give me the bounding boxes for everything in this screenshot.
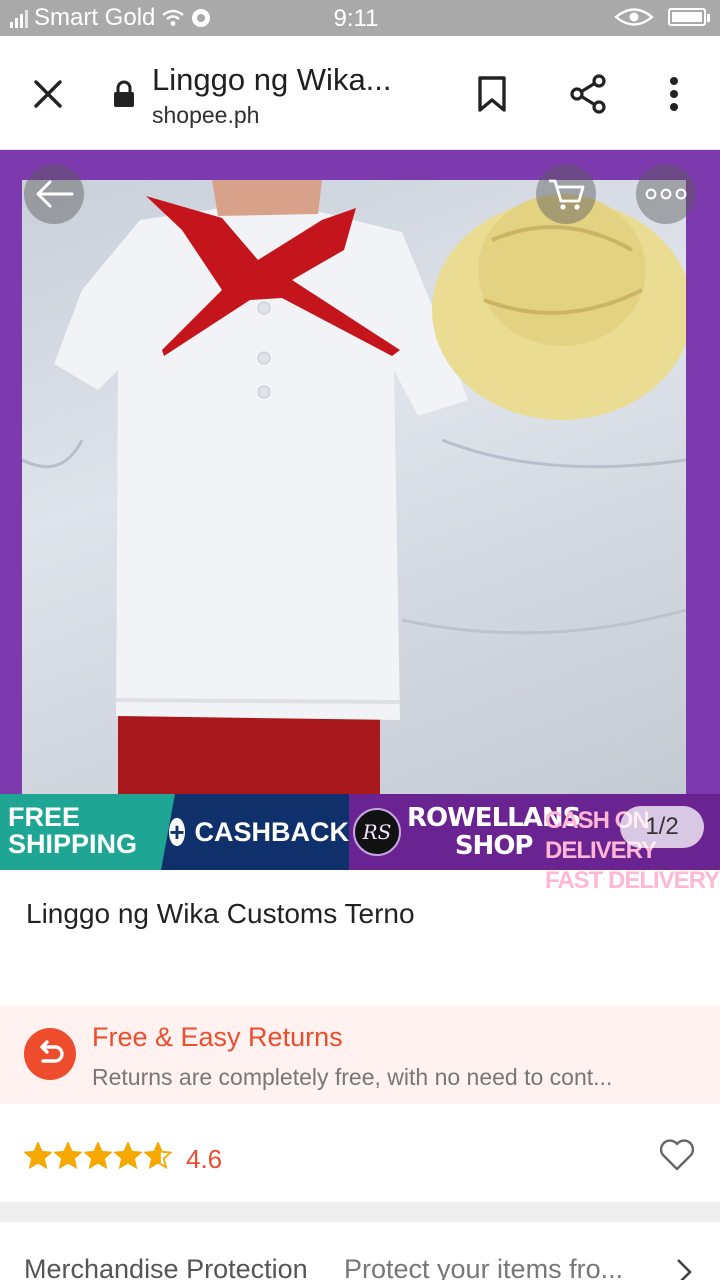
close-icon (34, 80, 62, 108)
product-photo (22, 180, 686, 820)
returns-description: Returns are completely free, with no nee… (92, 1064, 613, 1090)
share-button[interactable] (566, 72, 610, 116)
more-options-button[interactable] (652, 72, 696, 116)
bookmark-icon (478, 76, 506, 112)
protection-description: Protect your items fro... (344, 1254, 624, 1280)
cart-button[interactable] (536, 164, 596, 224)
rating-row: 4.6 (0, 1104, 720, 1202)
image-page-indicator: 1/2 (620, 806, 704, 848)
more-horiz-icon (645, 188, 687, 200)
promo-banner: FREE SHIPPING + CASHBACK RS ROWELLANS SH… (0, 794, 720, 894)
back-arrow-icon (36, 180, 74, 208)
returns-icon (24, 1028, 76, 1080)
status-time: 9:11 (333, 5, 379, 32)
status-right (614, 6, 710, 28)
bookmark-button[interactable] (470, 72, 514, 116)
page-domain: shopee.ph (152, 102, 260, 128)
chevron-right-icon (677, 1259, 692, 1280)
lock-icon (114, 80, 134, 107)
close-button[interactable] (24, 70, 72, 118)
star-icon (84, 1142, 112, 1170)
product-image-carousel[interactable] (0, 150, 720, 870)
product-photo-drawing (22, 180, 686, 820)
free-shipping-line1: FREE (8, 802, 81, 832)
more-vert-icon (670, 77, 678, 111)
cashback-badge: + CASHBACK (161, 794, 349, 870)
free-shipping-badge: FREE SHIPPING (0, 794, 175, 870)
more-button[interactable] (636, 164, 696, 224)
shop-logo: RS (353, 808, 401, 856)
rating-stars (24, 1142, 172, 1170)
returns-title: Free & Easy Returns (92, 1022, 343, 1052)
heart-icon[interactable] (658, 1138, 696, 1172)
product-title: Linggo ng Wika Customs Terno (26, 898, 415, 929)
plus-icon: + (169, 817, 185, 847)
returns-banner[interactable]: Free & Easy Returns Returns are complete… (0, 1006, 720, 1104)
browser-toolbar: Linggo ng Wika... shopee.ph (0, 36, 720, 150)
rating-value: 4.6 (186, 1144, 223, 1174)
star-icon (144, 1142, 172, 1170)
back-button[interactable] (24, 164, 84, 224)
star-icon (24, 1142, 52, 1170)
battery-icon (668, 8, 710, 26)
share-icon (570, 74, 606, 114)
section-divider (0, 1202, 720, 1222)
status-bar: Smart Gold 9:11 (0, 0, 720, 36)
star-icon (114, 1142, 142, 1170)
eye-comfort-icon (614, 8, 654, 26)
shop-tag-line2: FAST DELIVERY (545, 867, 720, 894)
merchandise-protection-row[interactable]: Merchandise Protection Protect your item… (0, 1222, 720, 1280)
free-shipping-line2: SHIPPING (8, 829, 138, 859)
protection-label: Merchandise Protection (24, 1254, 308, 1280)
cashback-label: CASHBACK (194, 816, 350, 847)
page-title: Linggo ng Wika... (152, 62, 392, 97)
cart-icon (549, 179, 585, 210)
star-icon (54, 1142, 82, 1170)
